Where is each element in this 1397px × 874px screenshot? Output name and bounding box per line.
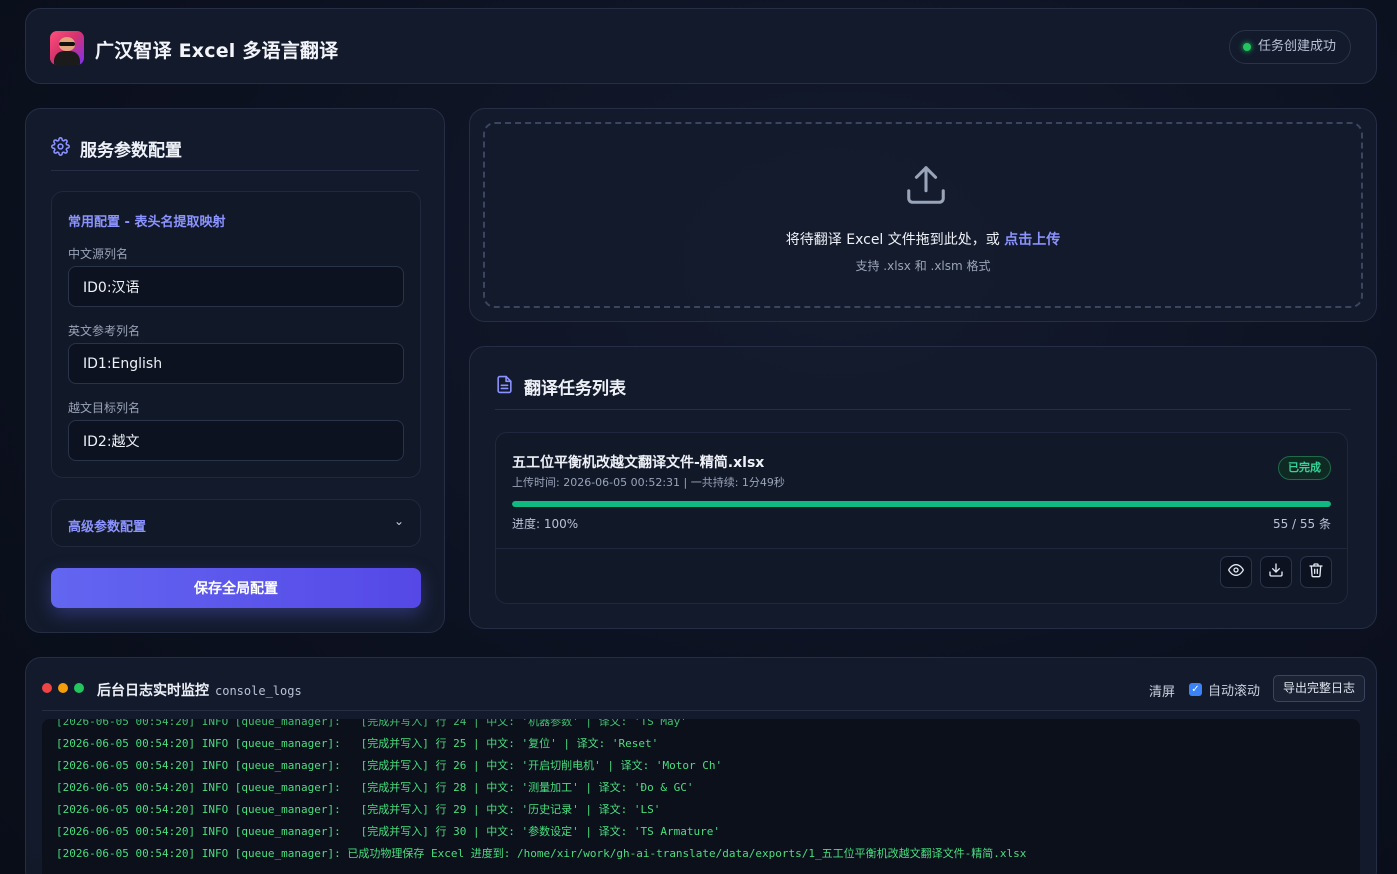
log-monitor-panel: 后台日志实时监控 console_logs 清屏 ✓ 自动滚动 导出完整日志 [2…	[25, 657, 1377, 874]
gear-icon	[51, 137, 70, 160]
divider	[51, 170, 419, 171]
app-logo	[50, 31, 84, 65]
log-subtitle: console_logs	[215, 684, 302, 698]
log-line: [2026-06-05 00:54:20] INFO [queue_manage…	[56, 781, 694, 794]
en-reference-label: 英文参考列名	[68, 324, 141, 338]
task-filename: 五工位平衡机改越文翻译文件-精简.xlsx	[512, 455, 765, 471]
task-progress-fill	[512, 501, 1331, 507]
task-card: 五工位平衡机改越文翻译文件-精简.xlsx 上传时间: 2026-06-05 0…	[495, 432, 1348, 604]
zh-source-input[interactable]	[68, 266, 404, 307]
task-progress-bar	[512, 501, 1331, 507]
divider	[496, 548, 1347, 549]
log-line: [2026-06-05 00:54:20] INFO [queue_manage…	[56, 803, 661, 816]
dropzone-main-text: 将待翻译 Excel 文件拖到此处，或	[785, 232, 1005, 248]
log-line: [2026-06-05 00:54:20] INFO [queue_manage…	[56, 825, 720, 838]
window-dots	[42, 683, 84, 693]
advanced-config-label: 高级参数配置	[68, 520, 147, 535]
vi-target-label: 越文目标列名	[68, 401, 141, 415]
yellow-dot-icon	[58, 683, 68, 693]
task-list-panel: 翻译任务列表 五工位平衡机改越文翻译文件-精简.xlsx 上传时间: 2026-…	[469, 346, 1377, 629]
task-list-title: 翻译任务列表	[524, 379, 626, 399]
red-dot-icon	[42, 683, 52, 693]
en-reference-input[interactable]	[68, 343, 404, 384]
app-header: 广汉智译 Excel 多语言翻译 任务创建成功	[25, 8, 1377, 84]
log-line: [2026-06-05 00:54:20] INFO [queue_manage…	[56, 737, 659, 750]
save-config-button[interactable]: 保存全局配置	[51, 568, 421, 608]
export-log-button[interactable]: 导出完整日志	[1273, 675, 1366, 702]
status-text: 任务创建成功	[1257, 39, 1336, 54]
click-upload-link[interactable]: 点击上传	[1004, 232, 1060, 248]
log-line: [2026-06-05 00:54:20] INFO [queue_manage…	[56, 847, 1027, 860]
task-meta: 上传时间: 2026-06-05 00:52:31 | 一共持续: 1分49秒	[512, 476, 785, 489]
dropzone-hint: 支持 .xlsx 和 .xlsm 格式	[855, 259, 991, 273]
status-dot-icon	[1242, 43, 1251, 51]
auto-scroll-toggle[interactable]: ✓ 自动滚动	[1189, 680, 1260, 699]
log-title: 后台日志实时监控 console_logs	[97, 680, 302, 700]
log-lines: [2026-06-05 00:54:20] INFO [queue_manage…	[56, 719, 1026, 865]
advanced-config-toggle[interactable]: 高级参数配置 ⌄	[51, 499, 421, 547]
log-title-text: 后台日志实时监控	[97, 683, 209, 699]
app-title: 广汉智译 Excel 多语言翻译	[95, 40, 339, 62]
auto-scroll-label: 自动滚动	[1208, 684, 1261, 699]
divider	[495, 409, 1351, 410]
common-config-title: 常用配置 - 表头名提取映射	[68, 215, 226, 230]
download-button[interactable]	[1260, 556, 1292, 588]
document-icon	[495, 375, 514, 398]
preview-button[interactable]	[1220, 556, 1252, 588]
divider	[42, 710, 1360, 711]
auto-scroll-checkbox[interactable]: ✓	[1189, 683, 1202, 696]
download-icon	[1268, 562, 1284, 582]
task-progress-label: 进度: 100%	[512, 517, 579, 531]
log-line: [2026-06-05 00:54:20] INFO [queue_manage…	[56, 719, 687, 728]
green-dot-icon	[74, 683, 84, 693]
chevron-down-icon: ⌄	[393, 514, 404, 528]
log-console[interactable]: [2026-06-05 00:54:20] INFO [queue_manage…	[42, 719, 1360, 874]
delete-button[interactable]	[1300, 556, 1332, 588]
vi-target-input[interactable]	[68, 420, 404, 461]
status-badge: 任务创建成功	[1228, 30, 1351, 64]
config-panel: 服务参数配置 常用配置 - 表头名提取映射 中文源列名 英文参考列名 越文目标列…	[25, 108, 445, 633]
trash-icon	[1308, 562, 1324, 582]
file-dropzone[interactable]: 将待翻译 Excel 文件拖到此处，或 点击上传 支持 .xlsx 和 .xls…	[483, 122, 1363, 308]
clear-screen-button[interactable]: 清屏	[1149, 681, 1175, 700]
dropzone-text: 将待翻译 Excel 文件拖到此处，或 点击上传	[485, 229, 1361, 249]
upload-icon	[903, 162, 949, 212]
zh-source-label: 中文源列名	[68, 247, 129, 261]
log-line: [2026-06-05 00:54:20] INFO [queue_manage…	[56, 759, 723, 772]
task-status-badge: 已完成	[1278, 456, 1331, 480]
upload-panel: 将待翻译 Excel 文件拖到此处，或 点击上传 支持 .xlsx 和 .xls…	[469, 108, 1377, 322]
task-row-count: 55 / 55 条	[1272, 517, 1331, 531]
common-config-group: 常用配置 - 表头名提取映射 中文源列名 英文参考列名 越文目标列名	[51, 191, 421, 478]
config-title: 服务参数配置	[80, 141, 182, 161]
eye-icon	[1228, 562, 1244, 582]
